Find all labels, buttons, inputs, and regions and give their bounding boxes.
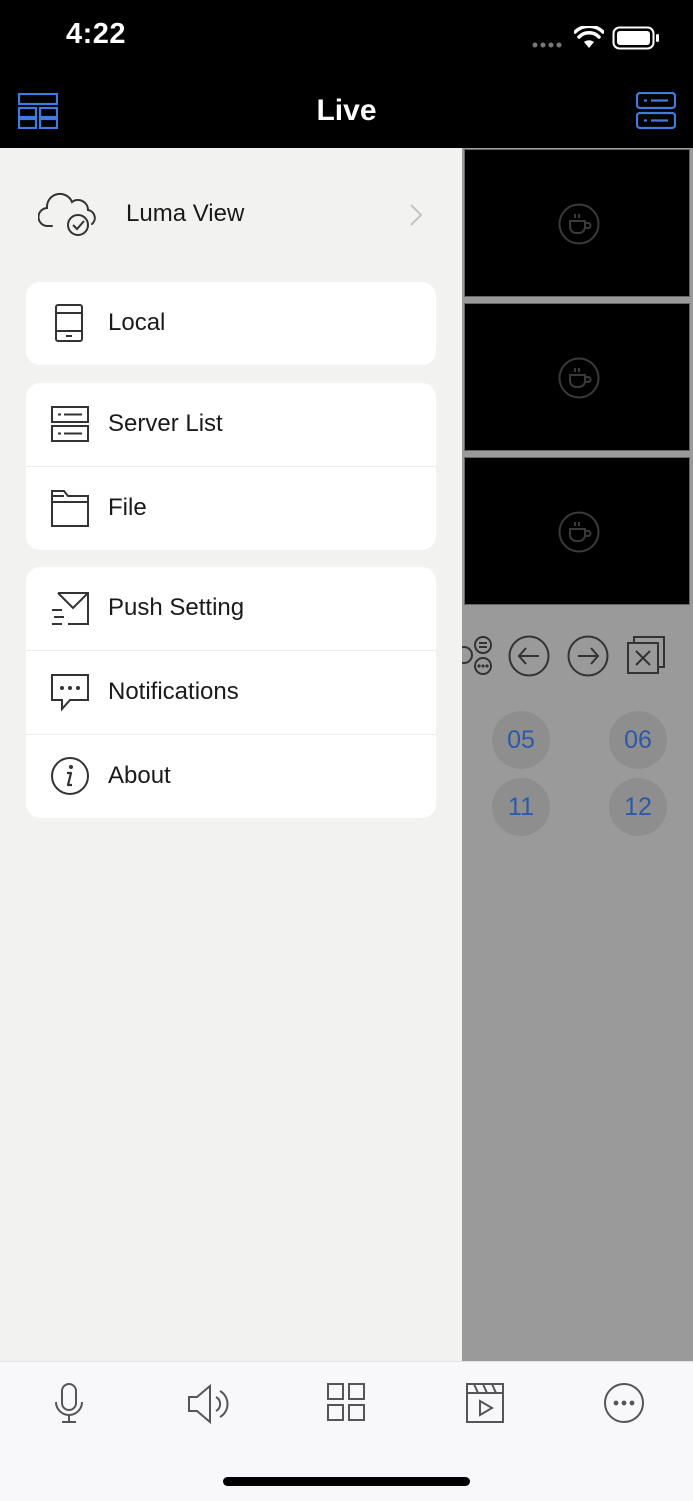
channel-button[interactable]: 06 [609, 711, 667, 769]
speaker-icon[interactable] [186, 1382, 230, 1426]
video-tile[interactable] [464, 457, 690, 605]
menu-item-label: Local [108, 309, 166, 336]
menu-item-notifications[interactable]: Notifications [26, 651, 436, 735]
server-icon[interactable] [636, 92, 676, 130]
close-window-icon[interactable] [626, 635, 666, 677]
menu-item-label: Notifications [108, 678, 239, 705]
playback-icon[interactable] [465, 1382, 505, 1424]
home-indicator [223, 1477, 470, 1486]
cloud-account-row[interactable]: Luma View [0, 148, 462, 280]
next-arrow-icon[interactable] [567, 635, 609, 677]
coffee-cup-icon [558, 511, 600, 553]
menu-group-storage: Server List File [26, 383, 436, 550]
menu-group-local: Local [26, 282, 436, 365]
cellular-signal-icon [532, 42, 562, 48]
chevron-right-icon [410, 204, 423, 226]
server-list-icon [51, 406, 89, 442]
menu-item-label: File [108, 494, 147, 521]
chat-bubble-icon [51, 674, 89, 712]
channel-button[interactable]: 11 [492, 778, 550, 836]
push-mail-icon [52, 592, 89, 625]
channel-button[interactable]: 12 [609, 778, 667, 836]
menu-item-about[interactable]: About [26, 735, 436, 818]
previous-arrow-icon[interactable] [508, 635, 550, 677]
menu-item-label: Push Setting [108, 594, 245, 621]
menu-item-label: Server List [108, 410, 223, 437]
microphone-icon[interactable] [50, 1382, 88, 1426]
info-icon [51, 757, 89, 795]
menu-item-label: About [108, 762, 171, 789]
video-tile[interactable] [464, 149, 690, 297]
more-icon[interactable] [603, 1382, 645, 1424]
grid-icon[interactable] [326, 1382, 366, 1422]
coffee-cup-icon [558, 357, 600, 399]
status-bar: 4:22 [0, 0, 693, 76]
wifi-icon [574, 26, 604, 48]
side-drawer: Luma View Local Server List File Push Se… [0, 148, 462, 1361]
menu-item-push-setting[interactable]: Push Setting [26, 567, 436, 651]
page-title: Live [316, 94, 377, 127]
ptz-icon[interactable] [462, 635, 494, 677]
menu-item-local[interactable]: Local [26, 282, 436, 365]
status-time: 4:22 [66, 18, 127, 50]
nav-bar: Live [0, 76, 693, 148]
menu-group-settings: Push Setting Notifications About [26, 567, 436, 818]
cloud-check-icon [38, 192, 96, 236]
channel-button[interactable]: 05 [492, 711, 550, 769]
folder-icon [51, 490, 89, 527]
live-view-area: 05 06 11 12 [462, 148, 693, 1361]
menu-item-server-list[interactable]: Server List [26, 383, 436, 467]
cloud-label: Luma View [126, 200, 245, 227]
video-tile[interactable] [464, 303, 690, 451]
battery-icon [612, 26, 659, 50]
tablet-icon [55, 304, 83, 342]
coffee-cup-icon [558, 203, 600, 245]
menu-item-file[interactable]: File [26, 467, 436, 550]
